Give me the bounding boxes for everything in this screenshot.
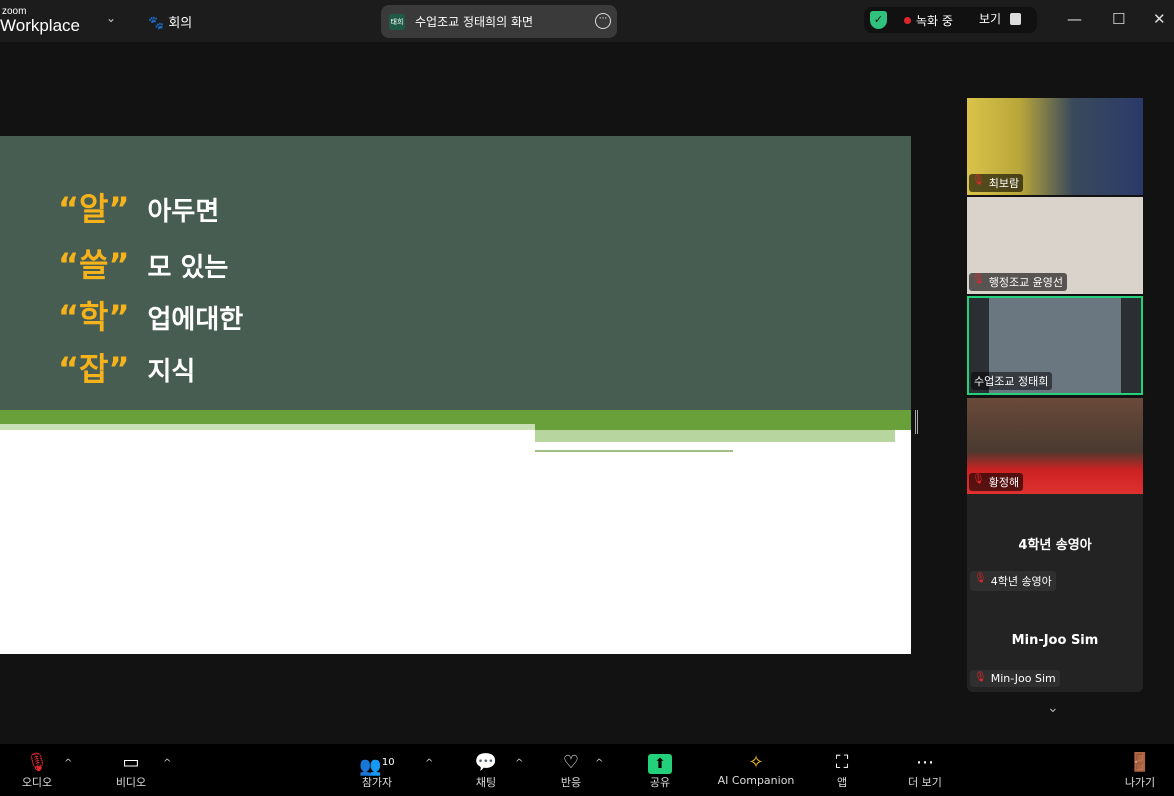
title-bar: zoom Workplace ⌄ 🐾 회의 태희 수업조교 정태희의 화면 ··…	[0, 0, 1174, 42]
name-tag: 🎙 Min-Joo Sim	[970, 670, 1060, 687]
close-button[interactable]: ✕	[1153, 10, 1166, 28]
name-tag: 수업조교 정태희	[971, 372, 1053, 390]
video-tile[interactable]: 🎙 최보람	[967, 98, 1143, 195]
audio-label: 오디오	[21, 776, 53, 789]
sparkle-icon: ✧	[748, 752, 764, 773]
participants-options-caret[interactable]: ^	[425, 758, 433, 769]
participant-name: 수업조교 정태희	[974, 375, 1049, 388]
name-tag: 🎙 황정해	[969, 473, 1024, 491]
slide-text: 모 있는	[147, 253, 229, 283]
mic-muted-icon: 🎙	[972, 274, 985, 285]
participant-name-large: 4학년 송영아	[1018, 538, 1092, 553]
record-dot-icon	[904, 17, 911, 24]
scroll-down-chevron-icon[interactable]: ⌄	[1047, 700, 1059, 716]
slide-row: “쓸” 모 있는	[58, 240, 228, 286]
participant-name: 황정해	[988, 476, 1020, 489]
slide-text: 아두면	[147, 197, 220, 227]
shared-slide: “알” 아두면 “쓸” 모 있는 “학” 업에대한 “잡” 지식	[0, 136, 911, 654]
reactions-options-caret[interactable]: ^	[595, 758, 603, 769]
more-button[interactable]: ⋯ 더 보기	[900, 744, 950, 796]
slide-row: “알” 아두면	[58, 184, 219, 230]
participant-name-large: Min-Joo Sim	[1011, 633, 1099, 648]
meeting-toolbar: 🎙 오디오 ^ ▭ 비디오 ^ 👥10 참가자 ^ 💬 채팅 ^ ♡ 반응 ^ ⬆ 공유 ✧…	[0, 744, 1174, 796]
chat-bubble-icon: 💬	[474, 752, 498, 773]
slide-row: “학” 업에대한	[58, 292, 243, 338]
heart-icon: ♡	[562, 752, 580, 773]
audio-options-caret[interactable]: ^	[64, 758, 72, 769]
mic-muted-icon: 🎙	[974, 672, 987, 683]
name-tag: 🎙 4학년 송영아	[970, 571, 1056, 591]
participants-icon: 👥10	[359, 756, 395, 777]
reactions-button[interactable]: ♡ 반응	[551, 744, 591, 796]
slide-quoted: “쓸”	[58, 246, 130, 284]
no-video-tiles: 4학년 송영아 🎙 4학년 송영아 Min-Joo Sim 🎙 Min-Joo Si…	[967, 494, 1143, 692]
apps-icon: ⛶	[835, 752, 849, 773]
slide-stripe	[0, 424, 535, 430]
leave-button[interactable]: 🚪 나가기	[1118, 744, 1162, 796]
recording-pill: ✓ 녹화 중 보기	[864, 7, 1037, 33]
view-button[interactable]: 보기	[979, 10, 1001, 27]
mic-muted-icon: 🎙	[972, 175, 985, 186]
recording-status: 녹화 중	[916, 14, 953, 28]
leave-door-icon: 🚪	[1128, 752, 1152, 773]
mic-muted-icon: 🎙	[974, 573, 987, 584]
apps-button[interactable]: ⛶ 앱	[822, 744, 862, 796]
video-tile[interactable]: 🎙 행정조교 윤영선	[967, 197, 1143, 294]
ai-companion-button[interactable]: ✧ AI Companion	[712, 744, 800, 796]
slide-quoted: “학”	[58, 298, 130, 336]
slide-row: “잡” 지식	[58, 344, 195, 390]
mic-muted-icon: 🎙	[972, 474, 985, 485]
name-tag: 🎙 최보람	[969, 174, 1024, 192]
sharer-badge: 태희	[389, 14, 405, 30]
video-tile-active-speaker[interactable]: 수업조교 정태희	[967, 296, 1143, 395]
share-title: 수업조교 정태희의 화면	[415, 15, 534, 29]
slide-stripe	[535, 450, 733, 452]
screen-share-indicator[interactable]: 태희 수업조교 정태희의 화면 ···	[381, 5, 617, 38]
participant-count: 10	[381, 757, 395, 768]
more-ellipsis-icon: ⋯	[916, 752, 934, 773]
chat-label: 채팅	[475, 776, 497, 789]
video-label: 비디오	[115, 776, 147, 789]
more-label: 더 보기	[908, 776, 942, 789]
video-camera-icon: ▭	[122, 752, 140, 773]
share-label: 공유	[649, 776, 671, 789]
leave-label: 나가기	[1124, 776, 1156, 789]
minimize-button[interactable]: —	[1067, 10, 1082, 28]
video-button[interactable]: ▭ 비디오	[108, 744, 154, 796]
audio-button[interactable]: 🎙 오디오	[14, 744, 60, 796]
apps-label: 앱	[836, 776, 848, 789]
more-options-icon[interactable]: ···	[595, 13, 611, 29]
mic-muted-icon: 🎙	[25, 752, 49, 773]
ai-companion-label: AI Companion	[717, 774, 795, 787]
chat-button[interactable]: 💬 채팅	[466, 744, 506, 796]
meeting-menu[interactable]: 🐾 회의	[148, 12, 192, 31]
slide-stripe	[535, 430, 895, 442]
participant-name: 행정조교 윤영선	[988, 276, 1064, 289]
chevron-down-icon[interactable]: ⌄	[106, 11, 116, 25]
maximize-button[interactable]: ☐	[1112, 10, 1125, 28]
paw-icon: 🐾	[148, 16, 165, 31]
view-layout-icon[interactable]	[1010, 13, 1021, 25]
reactions-label: 반응	[560, 776, 582, 789]
meeting-label: 회의	[168, 16, 193, 31]
participant-name: 최보람	[988, 177, 1020, 190]
participant-name: Min-Joo Sim	[990, 672, 1056, 685]
share-arrow-icon: ⬆	[640, 744, 680, 774]
slide-quoted: “잡”	[58, 350, 130, 388]
share-button[interactable]: ⬆ 공유	[640, 744, 680, 796]
panel-resize-handle[interactable]	[915, 410, 918, 434]
video-options-caret[interactable]: ^	[163, 758, 171, 769]
participants-button[interactable]: 👥10 참가자	[352, 744, 402, 796]
slide-text: 지식	[147, 357, 196, 387]
slide-quoted: “알”	[58, 190, 130, 228]
chat-options-caret[interactable]: ^	[515, 758, 523, 769]
slide-header-area: “알” 아두면 “쓸” 모 있는 “학” 업에대한 “잡” 지식	[0, 136, 911, 410]
zoom-logo-workplace: Workplace	[0, 16, 80, 35]
participant-name: 4학년 송영아	[990, 575, 1052, 588]
slide-text: 업에대한	[147, 305, 244, 335]
shield-check-icon[interactable]: ✓	[870, 11, 887, 29]
name-tag: 🎙 행정조교 윤영선	[969, 273, 1068, 291]
video-tile[interactable]: 🎙 황정해	[967, 398, 1143, 494]
